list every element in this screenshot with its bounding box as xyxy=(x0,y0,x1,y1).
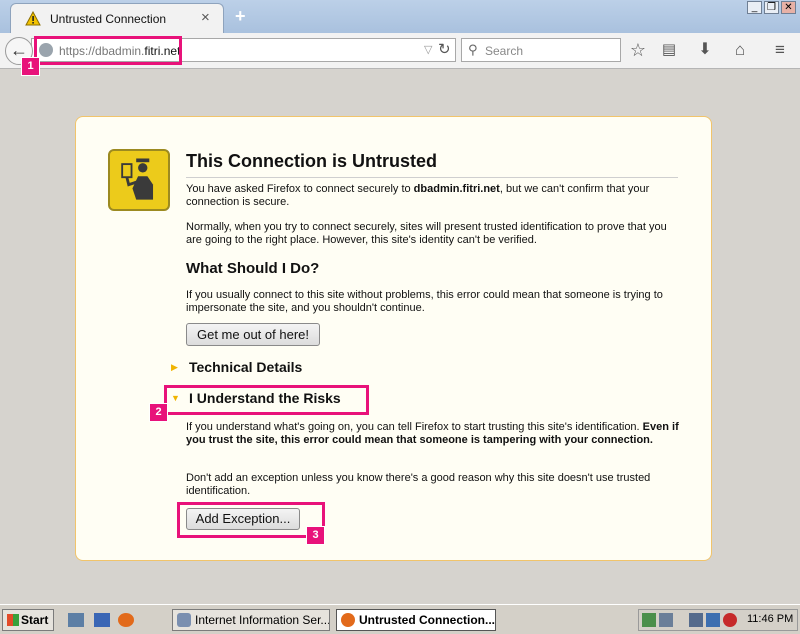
search-input[interactable]: ⚲ Search xyxy=(461,38,621,62)
intro-host: dbadmin.fitri.net xyxy=(413,183,500,195)
callout-number-1: 1 xyxy=(21,57,40,76)
windows-flag-icon xyxy=(7,614,19,626)
tray-monitor-icon[interactable] xyxy=(706,613,720,627)
iis-icon xyxy=(177,613,191,627)
show-desktop-icon[interactable] xyxy=(94,613,110,627)
tray-computer-icon[interactable] xyxy=(689,613,703,627)
certificate-guard-icon xyxy=(108,149,170,211)
task-label: Untrusted Connection... xyxy=(359,613,495,627)
task-iis-manager[interactable]: Internet Information Ser... xyxy=(172,609,330,631)
new-tab-button[interactable]: + xyxy=(235,6,246,26)
risks-text: If you understand what's going on, you c… xyxy=(186,421,681,447)
warning-icon xyxy=(25,11,41,26)
minimize-button[interactable]: _ xyxy=(747,1,762,14)
start-label: Start xyxy=(21,613,49,627)
system-tray: 11:46 PM xyxy=(638,609,798,631)
tray-app-icon[interactable] xyxy=(642,613,656,627)
firefox-quicklaunch-icon[interactable] xyxy=(118,613,134,627)
collapsed-triangle-icon[interactable]: ▶ xyxy=(171,362,178,373)
search-placeholder: Search xyxy=(485,44,524,58)
history-dropdown-icon[interactable]: ▽ xyxy=(424,43,432,56)
url-prefix: https://dbadmin. xyxy=(59,44,145,58)
add-exception-button[interactable]: Add Exception... xyxy=(186,508,300,530)
tray-network-icon[interactable] xyxy=(659,613,673,627)
task-firefox[interactable]: Untrusted Connection... xyxy=(336,609,496,631)
technical-details-toggle[interactable]: Technical Details xyxy=(189,359,302,375)
start-button[interactable]: Start xyxy=(2,609,54,631)
callout-number-2: 2 xyxy=(149,403,168,422)
tab-strip: Untrusted Connection × + _ ❐ ✕ xyxy=(0,0,800,33)
reload-icon[interactable]: ↻ xyxy=(438,40,451,58)
understand-risks-toggle[interactable]: I Understand the Risks xyxy=(189,390,341,406)
globe-icon xyxy=(39,43,53,57)
intro-text: You have asked Firefox to connect secure… xyxy=(186,183,681,209)
close-window-button[interactable]: ✕ xyxy=(781,1,796,14)
taskbar: Start Internet Information Ser... Untrus… xyxy=(0,604,800,634)
home-icon[interactable]: ⌂ xyxy=(729,39,751,61)
dont-add-text: Don't add an exception unless you know t… xyxy=(186,472,651,497)
search-icon: ⚲ xyxy=(468,42,478,57)
downloads-icon[interactable]: ⬇ xyxy=(694,39,716,61)
bookmarks-menu-icon[interactable]: ▤ xyxy=(658,39,680,61)
page-title: This Connection is Untrusted xyxy=(186,151,678,178)
tray-volume-muted-icon[interactable] xyxy=(723,613,737,627)
normally-text: Normally, when you try to connect secure… xyxy=(186,221,667,246)
what-should-i-do-text: If you usually connect to this site with… xyxy=(186,289,663,314)
url-bar[interactable]: https://dbadmin.fitri.net ▽ ↻ xyxy=(31,38,456,62)
get-me-out-button[interactable]: Get me out of here! xyxy=(186,323,320,346)
intro-before: You have asked Firefox to connect secure… xyxy=(186,183,414,195)
firefox-icon xyxy=(341,613,355,627)
bookmark-star-icon[interactable]: ☆ xyxy=(627,39,649,61)
page-content: This Connection is Untrusted You have as… xyxy=(0,69,800,604)
callout-number-3: 3 xyxy=(306,526,325,545)
menu-hamburger-icon[interactable]: ≡ xyxy=(769,39,791,61)
navigation-toolbar: https://dbadmin.fitri.net ▽ ↻ ← ⚲ Search… xyxy=(0,33,800,69)
restore-button[interactable]: ❐ xyxy=(764,1,779,14)
expanded-triangle-icon[interactable]: ▼ xyxy=(171,393,180,403)
clock[interactable]: 11:46 PM xyxy=(747,613,793,625)
tab-title: Untrusted Connection xyxy=(50,12,167,26)
url-text[interactable]: https://dbadmin.fitri.net xyxy=(59,44,180,58)
task-label: Internet Information Ser... xyxy=(195,613,330,627)
server-manager-icon[interactable] xyxy=(68,613,84,627)
risks-text-plain: If you understand what's going on, you c… xyxy=(186,421,643,433)
url-domain: fitri.net xyxy=(144,44,181,58)
error-box: This Connection is Untrusted You have as… xyxy=(75,116,712,561)
tab-untrusted-connection[interactable]: Untrusted Connection × xyxy=(10,3,224,33)
what-should-i-do-heading: What Should I Do? xyxy=(186,260,320,277)
tab-close-icon[interactable]: × xyxy=(201,9,210,27)
